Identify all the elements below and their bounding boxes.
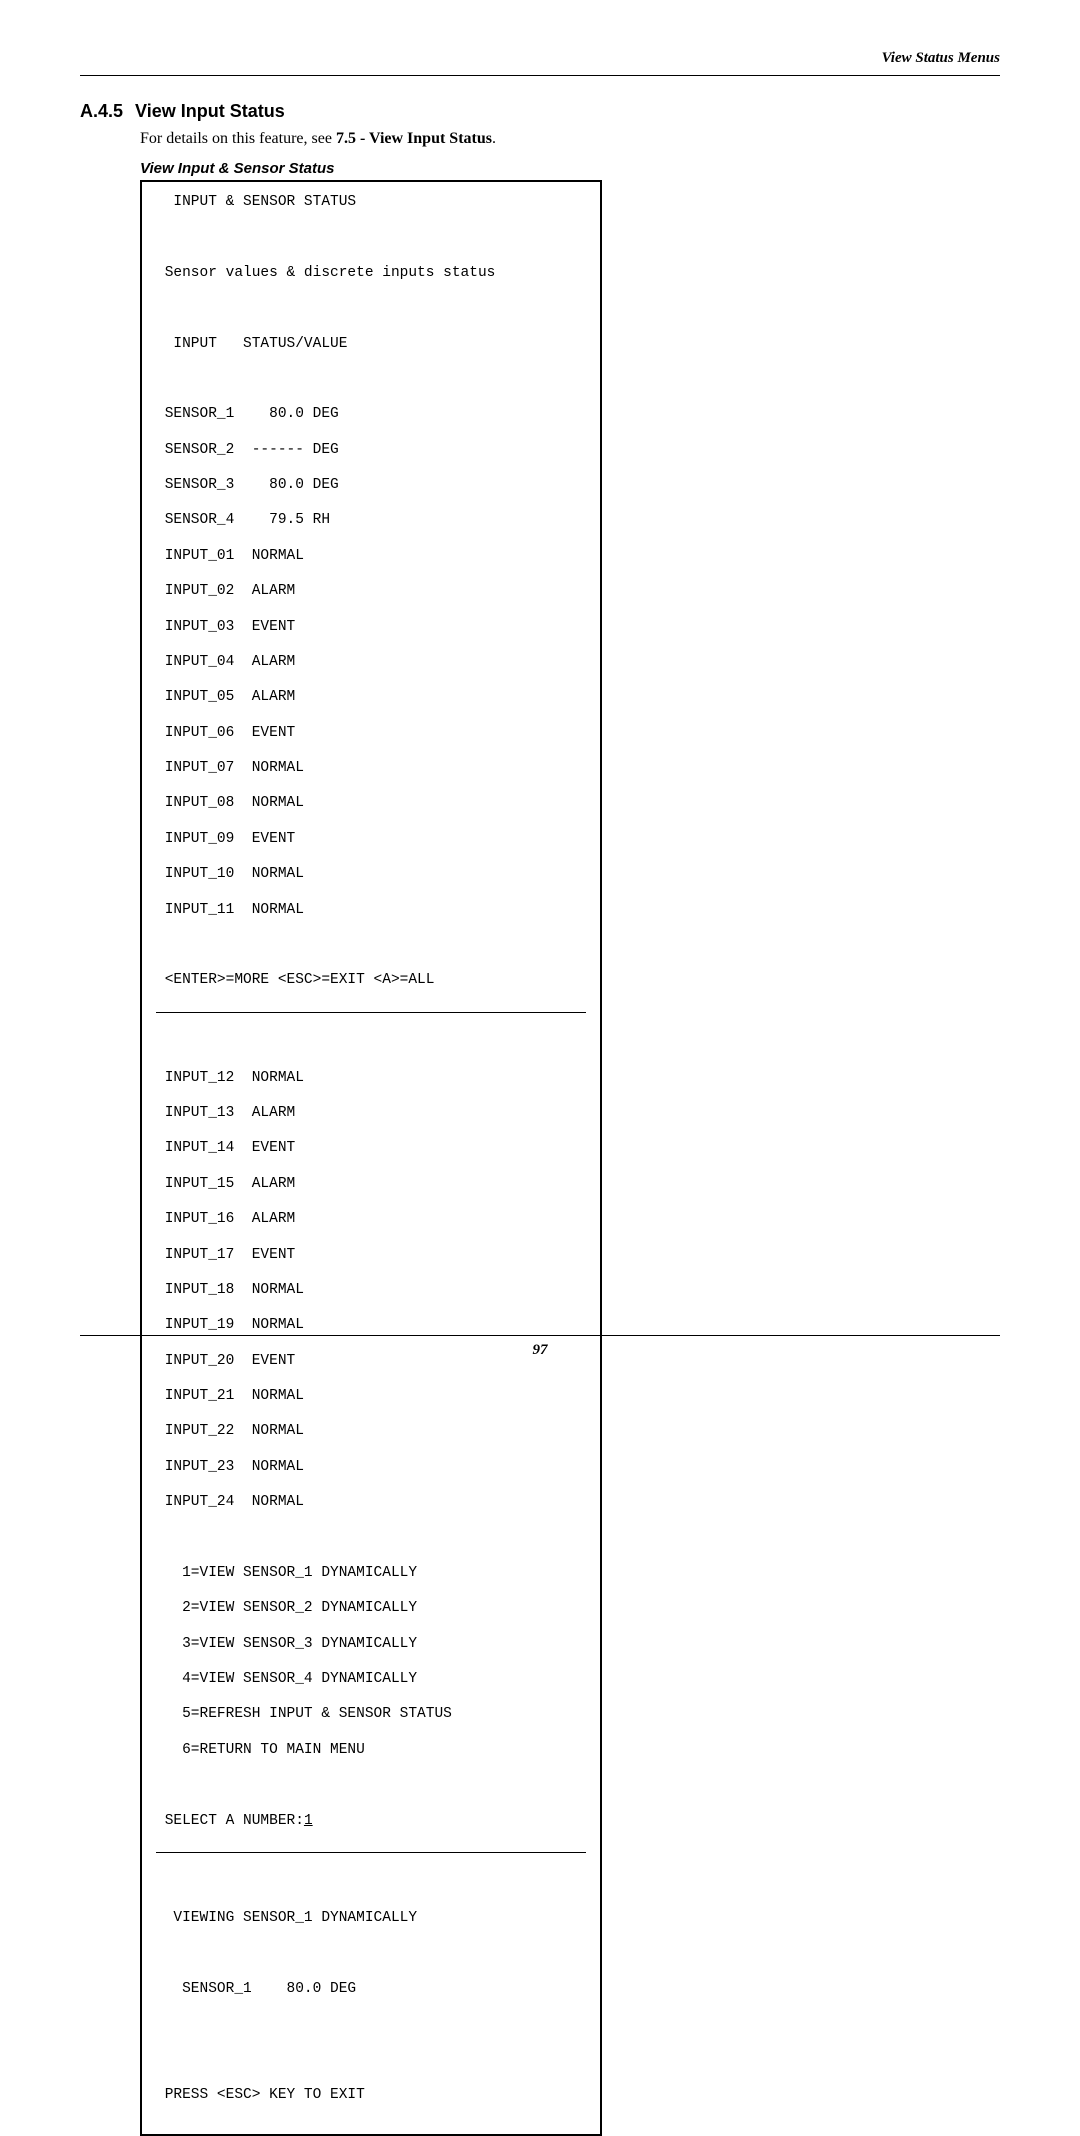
input-row: INPUT_08 NORMAL — [156, 795, 586, 813]
input-row: INPUT_18 NORMAL — [156, 1282, 586, 1300]
intro-prefix: For details on this feature, see — [140, 130, 336, 147]
term-col-header: INPUT STATUS/VALUE — [156, 336, 586, 354]
sensor-row: SENSOR_2 ------ DEG — [156, 442, 586, 460]
page-number: 97 — [80, 1342, 1000, 1359]
header-section-title: View Status Menus — [80, 50, 1000, 67]
term-blank — [156, 300, 586, 318]
input-row: INPUT_16 ALARM — [156, 1211, 586, 1229]
sensor-row: SENSOR_3 80.0 DEG — [156, 477, 586, 495]
input-row: INPUT_11 NORMAL — [156, 902, 586, 920]
viewing-title: VIEWING SENSOR_1 DYNAMICALLY — [156, 1910, 586, 1928]
menu-option: 2=VIEW SENSOR_2 DYNAMICALLY — [156, 1600, 586, 1618]
input-row: INPUT_22 NORMAL — [156, 1423, 586, 1441]
sensor-row: SENSOR_1 80.0 DEG — [156, 406, 586, 424]
section-divider — [156, 1852, 586, 1853]
input-row: INPUT_03 EVENT — [156, 619, 586, 637]
terminal-box: INPUT & SENSOR STATUS Sensor values & di… — [140, 180, 602, 2136]
footer-divider — [80, 1335, 1000, 1336]
nav-hint: <ENTER>=MORE <ESC>=EXIT <A>=ALL — [156, 972, 586, 990]
term-blank — [156, 937, 586, 955]
input-row: INPUT_23 NORMAL — [156, 1459, 586, 1477]
input-row: INPUT_06 EVENT — [156, 725, 586, 743]
sensor-row: SENSOR_4 79.5 RH — [156, 512, 586, 530]
footer: 97 — [80, 1335, 1000, 1359]
input-row: INPUT_07 NORMAL — [156, 760, 586, 778]
input-row: INPUT_12 NORMAL — [156, 1070, 586, 1088]
header-divider — [80, 75, 1000, 76]
intro-paragraph: For details on this feature, see 7.5 - V… — [140, 130, 1000, 148]
exit-hint: PRESS <ESC> KEY TO EXIT — [156, 2087, 586, 2105]
term-desc: Sensor values & discrete inputs status — [156, 265, 586, 283]
term-blank — [156, 1034, 586, 1052]
input-row: INPUT_24 NORMAL — [156, 1494, 586, 1512]
menu-option: 4=VIEW SENSOR_4 DYNAMICALLY — [156, 1671, 586, 1689]
term-blank — [156, 2052, 586, 2070]
input-row: INPUT_13 ALARM — [156, 1105, 586, 1123]
input-row: INPUT_10 NORMAL — [156, 866, 586, 884]
menu-option: 3=VIEW SENSOR_3 DYNAMICALLY — [156, 1636, 586, 1654]
menu-option: 1=VIEW SENSOR_1 DYNAMICALLY — [156, 1565, 586, 1583]
select-value[interactable]: 1 — [304, 1813, 313, 1829]
section-divider — [156, 1012, 586, 1013]
section-heading: A.4.5 View Input Status — [80, 101, 1000, 122]
select-prompt-line: SELECT A NUMBER:1 — [156, 1813, 586, 1831]
viewing-value: SENSOR_1 80.0 DEG — [156, 1981, 586, 1999]
term-blank — [156, 371, 586, 389]
term-blank — [156, 2016, 586, 2034]
term-blank — [156, 1530, 586, 1548]
section-number: A.4.5 — [80, 101, 123, 122]
intro-suffix: . — [492, 130, 496, 147]
input-row: INPUT_19 NORMAL — [156, 1317, 586, 1335]
term-blank — [156, 1945, 586, 1963]
term-blank — [156, 1777, 586, 1795]
input-row: INPUT_17 EVENT — [156, 1247, 586, 1265]
input-row: INPUT_05 ALARM — [156, 689, 586, 707]
terminal-box-title: View Input & Sensor Status — [140, 160, 1000, 177]
input-row: INPUT_15 ALARM — [156, 1176, 586, 1194]
input-row: INPUT_04 ALARM — [156, 654, 586, 672]
menu-option: 6=RETURN TO MAIN MENU — [156, 1742, 586, 1760]
menu-option: 5=REFRESH INPUT & SENSOR STATUS — [156, 1706, 586, 1724]
input-row: INPUT_14 EVENT — [156, 1140, 586, 1158]
intro-reference: 7.5 - View Input Status — [336, 130, 492, 147]
input-row: INPUT_09 EVENT — [156, 831, 586, 849]
input-row: INPUT_01 NORMAL — [156, 548, 586, 566]
section-title: View Input Status — [135, 101, 285, 121]
term-blank — [156, 1875, 586, 1893]
input-row: INPUT_02 ALARM — [156, 583, 586, 601]
select-prompt: SELECT A NUMBER: — [156, 1813, 304, 1829]
term-blank — [156, 229, 586, 247]
term-title: INPUT & SENSOR STATUS — [156, 194, 586, 212]
